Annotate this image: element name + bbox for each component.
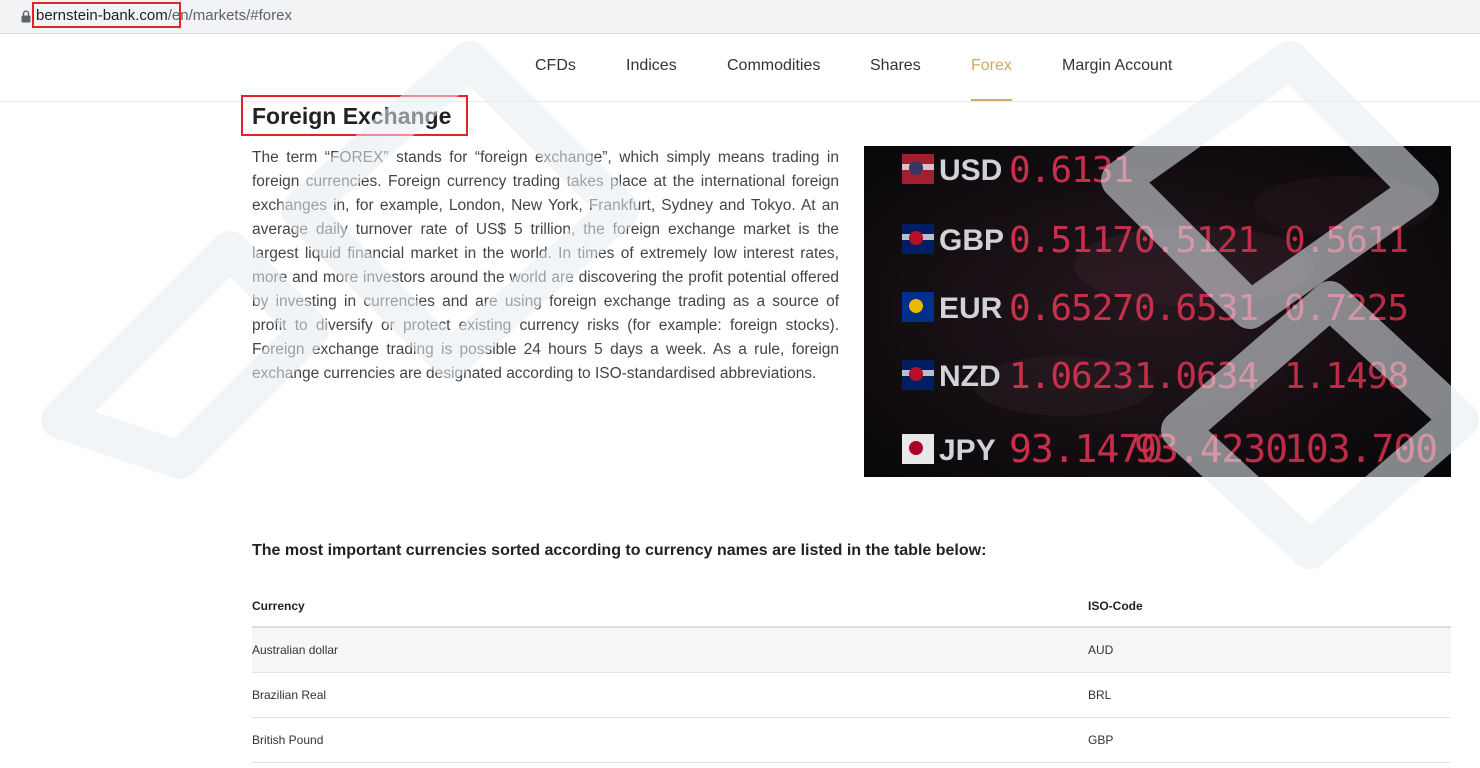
url-host: bernstein-bank.com [36, 7, 168, 24]
header-currency: Currency [252, 599, 305, 613]
cell-iso-code: AUD [1088, 643, 1114, 657]
cell-iso-code: BRL [1088, 688, 1112, 702]
nav-item-margin-account[interactable]: Margin Account [1062, 55, 1172, 77]
cell-currency: Australian dollar [252, 643, 339, 657]
table-row: Brazilian Real BRL [252, 673, 1451, 718]
table-row: British Pound GBP [252, 718, 1451, 763]
active-tab-indicator [971, 99, 1012, 101]
currency-board-image: USD 0.6131 GBP 0.5117 0.5121 0.5611 EUR 0.6527 0… [864, 146, 1451, 477]
cell-currency: Brazilian Real [252, 688, 327, 702]
nav-item-commodities[interactable]: Commodities [727, 55, 820, 77]
url-path: /en/markets/#forex [167, 7, 292, 24]
header-iso-code: ISO-Code [1088, 599, 1143, 613]
nav-item-indices[interactable]: Indices [626, 55, 677, 77]
markets-nav: CFDs Indices Commodities Shares Forex Ma… [0, 35, 1480, 102]
cell-iso-code: GBP [1088, 733, 1114, 747]
table-intro-heading: The most important currencies sorted acc… [252, 542, 987, 559]
intro-paragraph: The term “FOREX” stands for “foreign exc… [252, 149, 839, 382]
table-row: Australian dollar AUD [252, 628, 1451, 673]
nav-item-forex[interactable]: Forex [971, 55, 1012, 77]
page-title: Foreign Exchange [252, 103, 452, 129]
lock-icon [21, 10, 31, 23]
cell-currency: British Pound [252, 733, 324, 747]
url-text[interactable]: bernstein-bank.com/en/markets/#forex [36, 6, 292, 26]
currency-table: Currency ISO-Code Australian dollar AUD … [252, 588, 1451, 763]
table-header-row: Currency ISO-Code [252, 588, 1451, 628]
nav-item-cfds[interactable]: CFDs [535, 55, 576, 77]
address-bar[interactable]: bernstein-bank.com/en/markets/#forex [0, 0, 1480, 34]
nav-item-shares[interactable]: Shares [870, 55, 921, 77]
